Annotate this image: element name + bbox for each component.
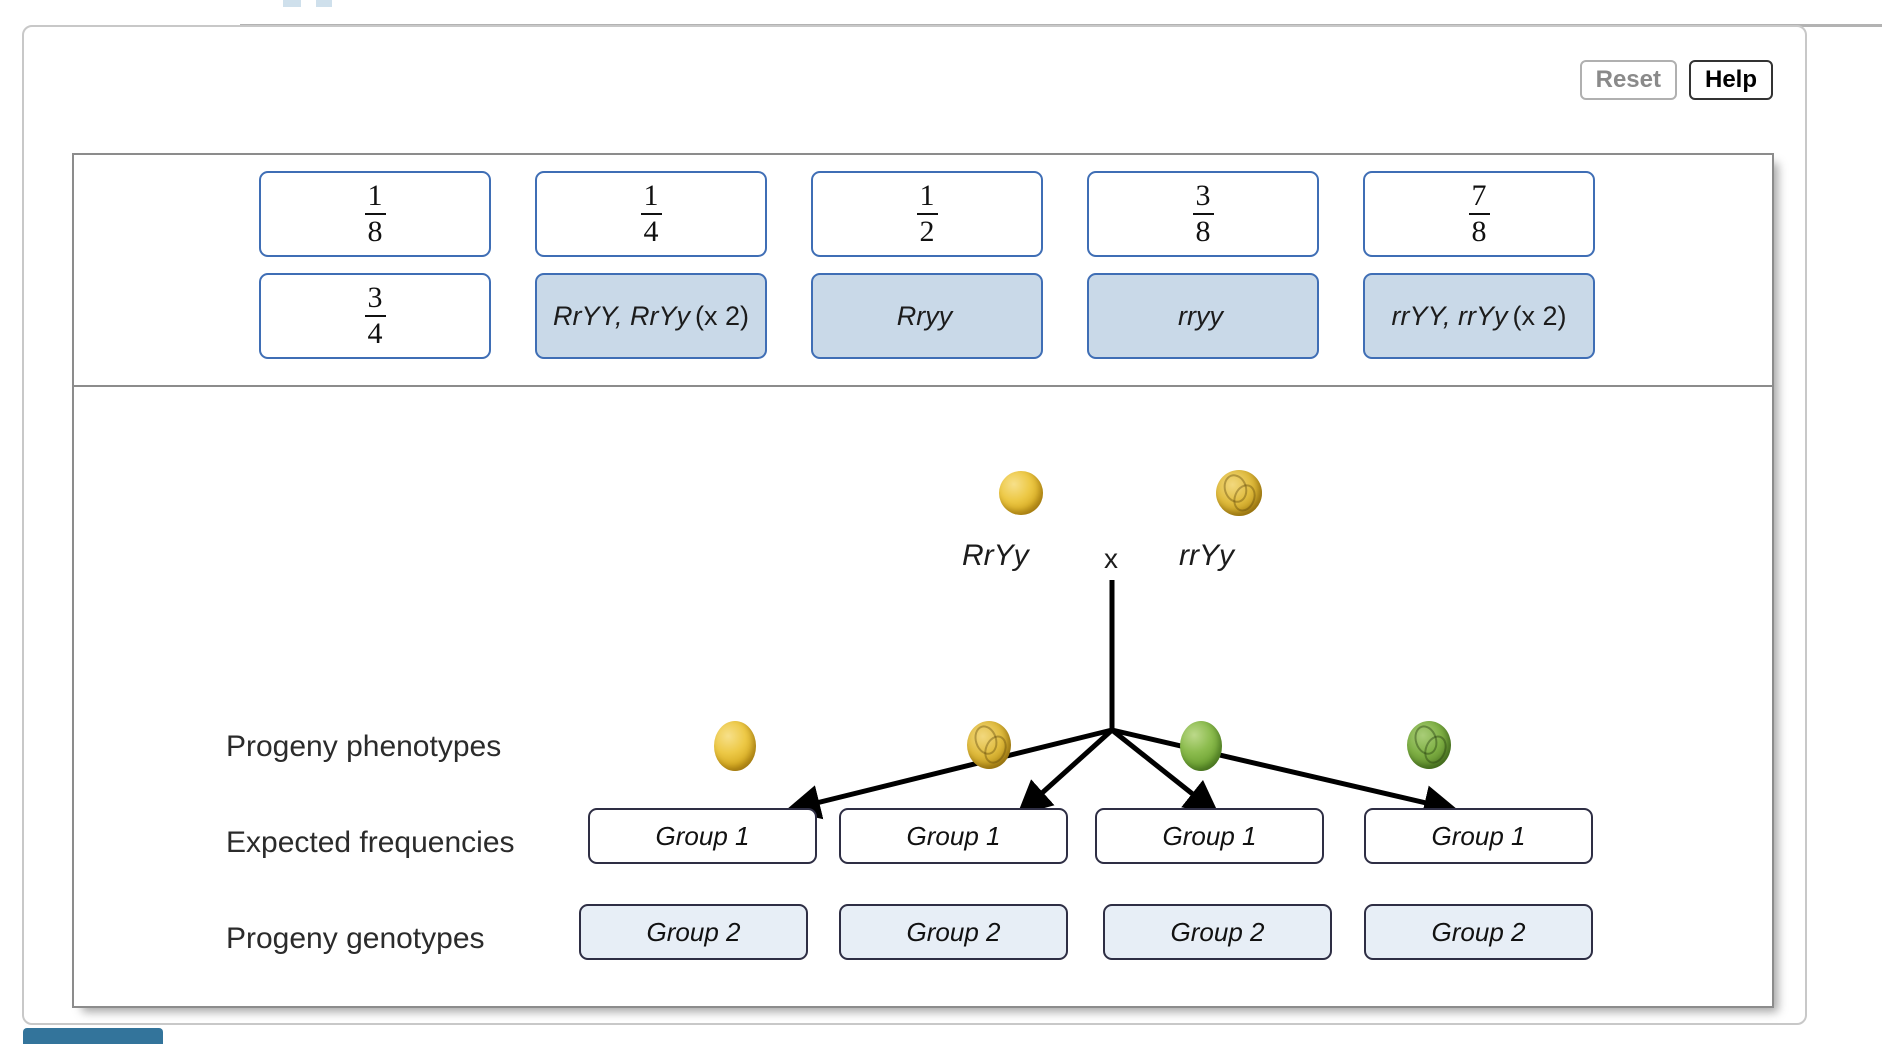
fraction-tile[interactable]: 1 4 <box>535 171 767 257</box>
parent-right-genotype: rrYy <box>1179 539 1234 572</box>
fraction-numerator: 7 <box>1471 179 1487 212</box>
expected-frequencies-label: Expected frequencies <box>226 826 515 859</box>
genotype-multiplier: (x 2) <box>1512 300 1567 331</box>
genotype-label: RrYY, RrYy <box>552 300 691 331</box>
parent-right-pea-icon <box>1216 470 1262 516</box>
fraction-denominator: 2 <box>916 213 938 247</box>
genotype-dropzone-3[interactable]: Group 2 <box>1103 904 1332 960</box>
progeny-phenotypes-label: Progeny phenotypes <box>226 730 502 763</box>
fraction-denominator: 8 <box>364 213 386 247</box>
tile-row-2: 3 4 RrYY, RrYy (x 2) Rryy rryy rrYY, rrY… <box>74 273 1772 359</box>
fraction-tile[interactable]: 1 2 <box>811 171 1043 257</box>
genotype-tile[interactable]: Rryy <box>811 273 1043 359</box>
help-button[interactable]: Help <box>1688 60 1773 100</box>
fraction-tile[interactable]: 7 8 <box>1363 171 1595 257</box>
fraction-1-4: 1 4 <box>640 179 662 247</box>
fraction-denominator: 4 <box>640 213 662 247</box>
fraction-numerator: 1 <box>919 179 935 212</box>
top-cut-fragment-left <box>283 0 301 7</box>
fraction-numerator: 1 <box>643 179 659 212</box>
frequency-dropzone-1[interactable]: Group 1 <box>588 808 817 864</box>
fraction-tile[interactable]: 3 8 <box>1087 171 1319 257</box>
fraction-3-4: 3 4 <box>364 281 386 349</box>
genotype-tile[interactable]: rrYY, rrYy (x 2) <box>1363 273 1595 359</box>
parent-left-genotype: RrYy <box>962 539 1029 572</box>
fraction-denominator: 4 <box>364 315 386 349</box>
toolbar: Reset Help <box>1579 60 1773 100</box>
genotype-tile[interactable]: RrYY, RrYy (x 2) <box>535 273 767 359</box>
frequency-dropzone-3[interactable]: Group 1 <box>1095 808 1324 864</box>
genotype-dropzone-1[interactable]: Group 2 <box>579 904 808 960</box>
cross-diagram: RrYy x rrYy Progeny phenotypes Expected … <box>74 387 1772 1008</box>
parent-left-pea-icon <box>999 471 1043 515</box>
cross-symbol: x <box>1104 543 1118 574</box>
fraction-tile[interactable]: 3 4 <box>259 273 491 359</box>
exercise-screen: Reset Help 1 8 1 4 1 2 3 8 7 8 3 4 RrYY,… <box>0 0 1882 1044</box>
reset-button[interactable]: Reset <box>1579 60 1677 100</box>
progeny-phenotype-icon-2 <box>967 721 1011 769</box>
genotype-label: rrYY, rrYy <box>1391 300 1508 331</box>
fraction-7-8: 7 8 <box>1468 179 1490 247</box>
exercise-panel: 1 8 1 4 1 2 3 8 7 8 3 4 RrYY, RrYy (x 2)… <box>72 153 1774 1008</box>
genotype-dropzone-2[interactable]: Group 2 <box>839 904 1068 960</box>
fraction-numerator: 1 <box>367 179 383 212</box>
fraction-1-2: 1 2 <box>916 179 938 247</box>
fraction-3-8: 3 8 <box>1192 179 1214 247</box>
progeny-phenotype-icon-4 <box>1407 721 1451 769</box>
bottom-action-button[interactable] <box>23 1028 163 1044</box>
genotype-tile[interactable]: rryy <box>1087 273 1319 359</box>
progeny-phenotype-icon-1 <box>714 721 756 771</box>
genotype-label: Rryy <box>896 300 953 331</box>
frequency-dropzone-2[interactable]: Group 1 <box>839 808 1068 864</box>
fraction-denominator: 8 <box>1192 213 1214 247</box>
fraction-numerator: 3 <box>367 281 383 314</box>
fraction-1-8: 1 8 <box>364 179 386 247</box>
genotype-label: rryy <box>1178 300 1223 331</box>
progeny-phenotype-icon-3 <box>1180 721 1222 771</box>
frequency-dropzone-4[interactable]: Group 1 <box>1364 808 1593 864</box>
tile-bank: 1 8 1 4 1 2 3 8 7 8 3 4 RrYY, RrYy (x 2)… <box>74 155 1772 387</box>
top-cut-fragment-right <box>316 0 332 7</box>
progeny-genotypes-label: Progeny genotypes <box>226 922 485 955</box>
fraction-denominator: 8 <box>1468 213 1490 247</box>
genotype-multiplier: (x 2) <box>695 300 750 331</box>
fraction-tile[interactable]: 1 8 <box>259 171 491 257</box>
fraction-tile-row-1: 1 8 1 4 1 2 3 8 7 8 <box>74 171 1772 257</box>
fraction-numerator: 3 <box>1195 179 1211 212</box>
outer-panel: Reset Help 1 8 1 4 1 2 3 8 7 8 3 4 RrYY,… <box>22 25 1807 1025</box>
genotype-dropzone-4[interactable]: Group 2 <box>1364 904 1593 960</box>
